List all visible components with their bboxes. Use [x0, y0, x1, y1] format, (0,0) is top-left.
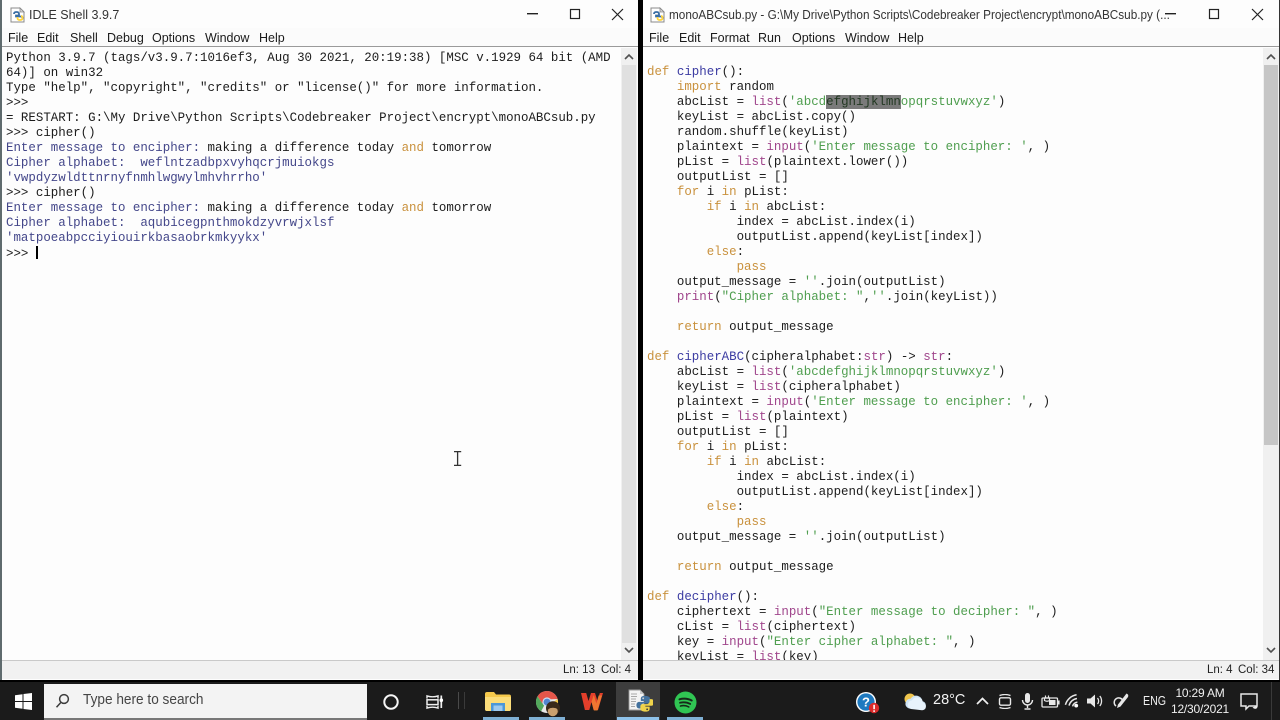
- svg-text:?: ?: [862, 695, 870, 710]
